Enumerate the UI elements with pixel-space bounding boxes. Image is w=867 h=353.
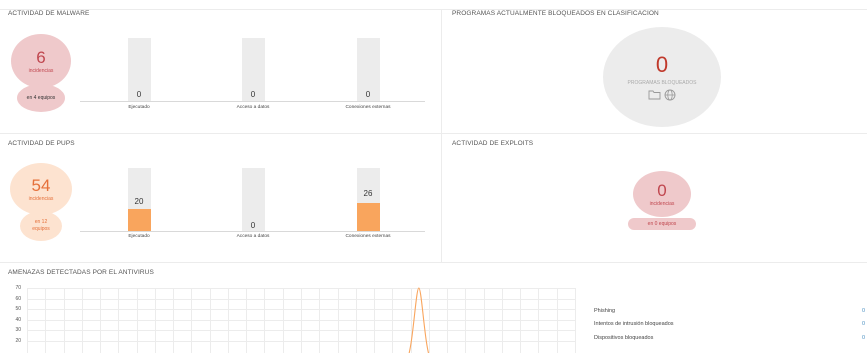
bar-baseline bbox=[80, 101, 425, 102]
incidents-count: 0 bbox=[657, 180, 667, 200]
incidents-count: 54 bbox=[31, 175, 51, 195]
incidents-badge[interactable]: 6 incidencias bbox=[11, 34, 71, 88]
blocked-count: 0 bbox=[655, 51, 669, 77]
legend-value: 0 bbox=[861, 321, 865, 327]
devices-label: en 4 equipos bbox=[26, 94, 56, 101]
legend-row-phishing[interactable]: Phishing 0 bbox=[594, 308, 867, 317]
panel-title: ACTIVIDAD DE MALWARE bbox=[8, 10, 90, 17]
panel-title: ACTIVIDAD DE PUPS bbox=[8, 140, 75, 147]
threats-chart: 70 60 50 40 30 20 bbox=[0, 280, 590, 353]
series-line bbox=[408, 287, 430, 353]
folder-icon bbox=[648, 90, 661, 99]
globe-icon bbox=[664, 89, 676, 100]
panel-title: PROGRAMAS ACTUALMENTE BLOQUEADOS EN CLAS… bbox=[452, 10, 659, 17]
devices-label: en 0 equipos bbox=[647, 220, 677, 227]
bar-fill bbox=[357, 202, 380, 231]
panel-title: AMENAZAS DETECTADAS POR EL ANTIVIRUS bbox=[8, 269, 154, 276]
row1-divider bbox=[0, 133, 867, 134]
legend-value: 0 bbox=[861, 308, 865, 314]
bar-label: Ejecutado bbox=[128, 234, 150, 239]
devices-badge[interactable]: en 12 equipos bbox=[20, 211, 62, 241]
bar-label: Conexiones externas bbox=[345, 105, 391, 110]
legend-row-devices[interactable]: Dispositivos bloqueados 0 bbox=[594, 335, 867, 344]
devices-badge[interactable]: en 4 equipos bbox=[17, 84, 65, 112]
bar-value: 26 bbox=[363, 189, 373, 198]
blocked-programs-badge[interactable]: 0 PROGRAMAS BLOQUEADOS bbox=[603, 27, 721, 127]
bar-label: Conexiones externas bbox=[345, 234, 391, 239]
bar-value: 0 bbox=[365, 90, 371, 99]
top-divider bbox=[0, 9, 867, 10]
bar-value: 0 bbox=[250, 221, 256, 230]
incidents-label: incidencias bbox=[649, 200, 675, 207]
devices-label: en 12 equipos bbox=[32, 219, 50, 232]
bar-label: Acceso a datos bbox=[236, 234, 270, 239]
blocked-icons bbox=[648, 89, 676, 101]
legend-label: Phishing bbox=[594, 308, 616, 314]
devices-badge[interactable]: en 0 equipos bbox=[628, 218, 696, 230]
legend-row-intrusion[interactable]: Intentos de intrusión bloqueados 0 bbox=[594, 321, 867, 330]
legend-label: Intentos de intrusión bloqueados bbox=[594, 321, 674, 327]
column-divider bbox=[441, 9, 442, 262]
legend-value: 0 bbox=[861, 335, 865, 341]
bar-baseline bbox=[80, 231, 425, 232]
legend-label: Dispositivos bloqueados bbox=[594, 335, 654, 341]
bar-label: Acceso a datos bbox=[236, 105, 270, 110]
panel-title: ACTIVIDAD DE EXPLOITS bbox=[452, 140, 534, 147]
incidents-badge[interactable]: 0 incidencias bbox=[633, 171, 691, 217]
bar-value: 20 bbox=[134, 197, 144, 206]
chart-plot bbox=[408, 287, 430, 353]
incidents-badge[interactable]: 54 incidencias bbox=[10, 163, 72, 215]
incidents-label: incidencias bbox=[28, 195, 54, 202]
bar-fill bbox=[128, 208, 151, 231]
incidents-count: 6 bbox=[36, 47, 46, 67]
bar-value: 0 bbox=[250, 90, 256, 99]
row2-divider bbox=[0, 262, 867, 263]
bar-label: Ejecutado bbox=[128, 105, 150, 110]
bar-conexiones-externas[interactable] bbox=[357, 168, 380, 231]
incidents-label: incidencias bbox=[28, 67, 54, 74]
bar-value: 0 bbox=[136, 90, 142, 99]
blocked-label: PROGRAMAS BLOQUEADOS bbox=[627, 79, 697, 86]
